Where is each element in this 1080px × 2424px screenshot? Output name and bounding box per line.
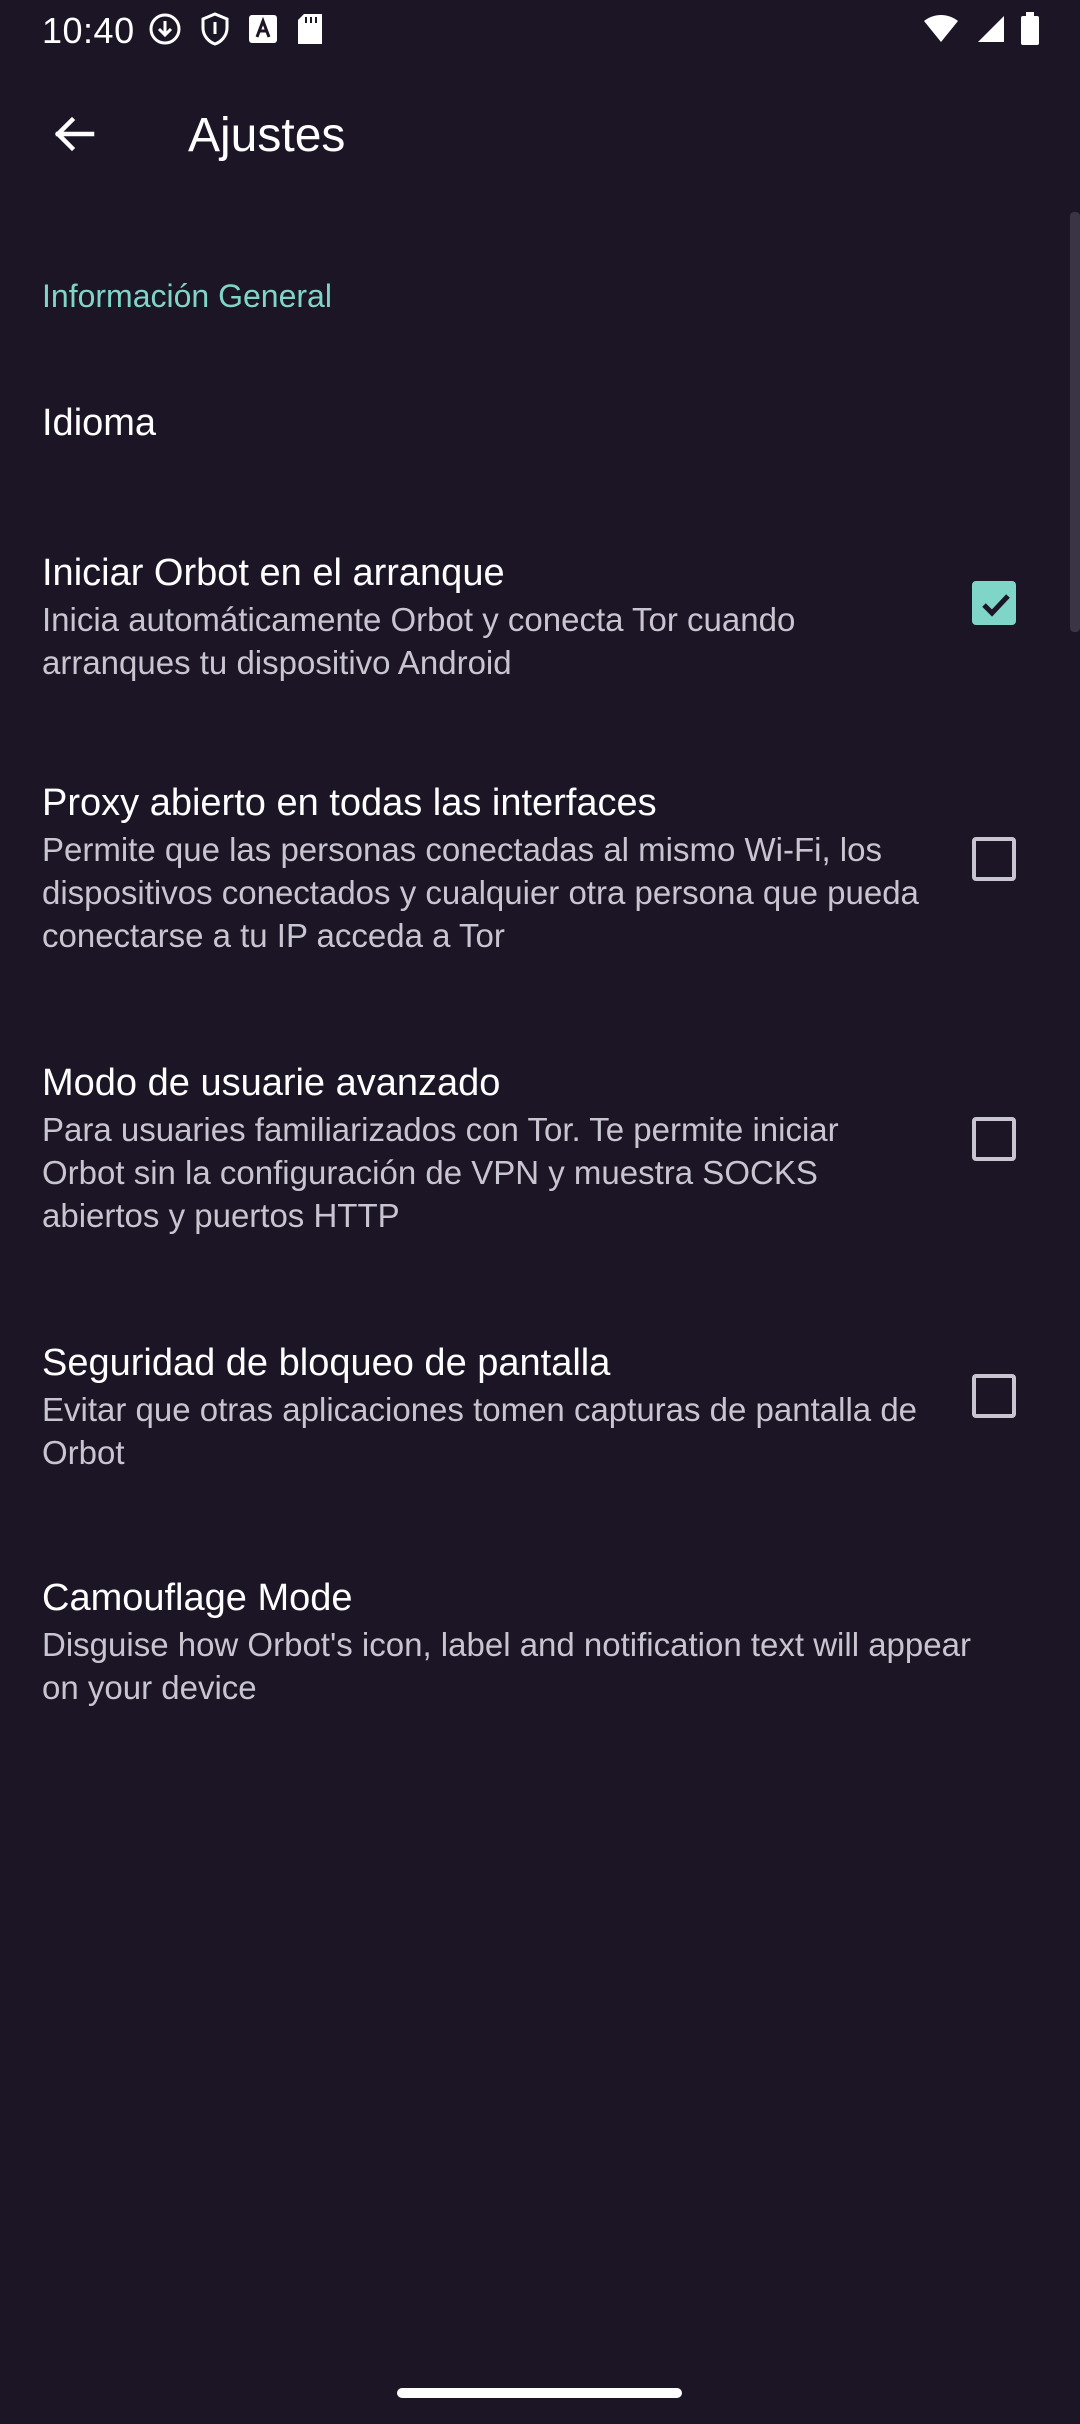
wifi-icon: [922, 14, 960, 49]
sd-card-icon: [296, 12, 324, 51]
checkmark-icon: [982, 594, 1010, 617]
pref-summary: Para usuaries familiarizados con Tor. Te…: [42, 1111, 839, 1234]
pref-title: Seguridad de bloqueo de pantalla: [42, 1342, 611, 1384]
pref-start-on-boot[interactable]: Iniciar Orbot en el arranque Inicia auto…: [0, 512, 1080, 742]
pref-title: Modo de usuarie avanzado: [42, 1062, 501, 1104]
status-bar: 10:40: [0, 0, 1080, 62]
pref-summary: Evitar que otras aplicaciones tomen capt…: [42, 1391, 918, 1471]
pref-summary: Disguise how Orbot's icon, label and not…: [42, 1626, 971, 1706]
app-bar: Ajustes: [0, 62, 1080, 212]
power-user-checkbox[interactable]: [972, 1117, 1016, 1161]
home-indicator[interactable]: [397, 2388, 682, 2398]
pref-camouflage-mode[interactable]: Camouflage Mode Disguise how Orbot's ico…: [0, 1537, 1080, 1767]
pref-summary: Permite que las personas conectadas al m…: [42, 831, 919, 954]
back-button[interactable]: [40, 102, 108, 170]
pref-title: Iniciar Orbot en el arranque: [42, 552, 505, 594]
pref-idioma[interactable]: Idioma: [0, 342, 1080, 512]
open-proxy-checkbox[interactable]: [972, 837, 1016, 881]
pref-title: Proxy abierto en todas las interfaces: [42, 782, 657, 824]
pref-title: Idioma: [42, 402, 157, 444]
start-on-boot-checkbox[interactable]: [972, 581, 1016, 625]
status-time: 10:40: [42, 10, 135, 51]
section-header: Información General: [42, 278, 332, 314]
battery-icon: [1020, 12, 1040, 51]
pref-screen-lock-security[interactable]: Seguridad de bloqueo de pantalla Evitar …: [0, 1302, 1080, 1537]
pref-title: Camouflage Mode: [42, 1577, 353, 1619]
pref-summary: Inicia automáticamente Orbot y conecta T…: [42, 601, 796, 681]
status-system-icons: [922, 12, 1040, 51]
status-notification-icons: [148, 12, 324, 51]
cellular-signal-icon: [974, 14, 1006, 49]
arrow-back-icon: [52, 112, 96, 161]
download-icon: [148, 12, 182, 51]
app-a-icon: [248, 14, 278, 49]
shield-icon: [200, 12, 230, 51]
screen-lock-checkbox[interactable]: [972, 1374, 1016, 1418]
pref-open-proxy[interactable]: Proxy abierto en todas las interfaces Pe…: [0, 742, 1080, 1022]
page-title: Ajustes: [188, 109, 346, 162]
pref-power-user-mode[interactable]: Modo de usuarie avanzado Para usuaries f…: [0, 1022, 1080, 1302]
